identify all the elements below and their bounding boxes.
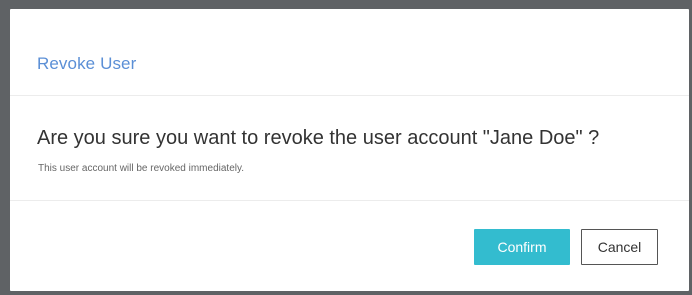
- revoke-user-dialog: Revoke User Are you sure you want to rev…: [10, 9, 689, 291]
- cancel-button[interactable]: Cancel: [581, 229, 658, 265]
- revoke-note: This user account will be revoked immedi…: [38, 163, 245, 174]
- dialog-title: Revoke User: [37, 54, 137, 73]
- dialog-footer: Confirm Cancel: [10, 201, 689, 291]
- confirm-button[interactable]: Confirm: [474, 229, 570, 265]
- dialog-header: Revoke User: [10, 9, 689, 96]
- dialog-body: Are you sure you want to revoke the user…: [10, 97, 689, 201]
- confirmation-question: Are you sure you want to revoke the user…: [37, 127, 600, 149]
